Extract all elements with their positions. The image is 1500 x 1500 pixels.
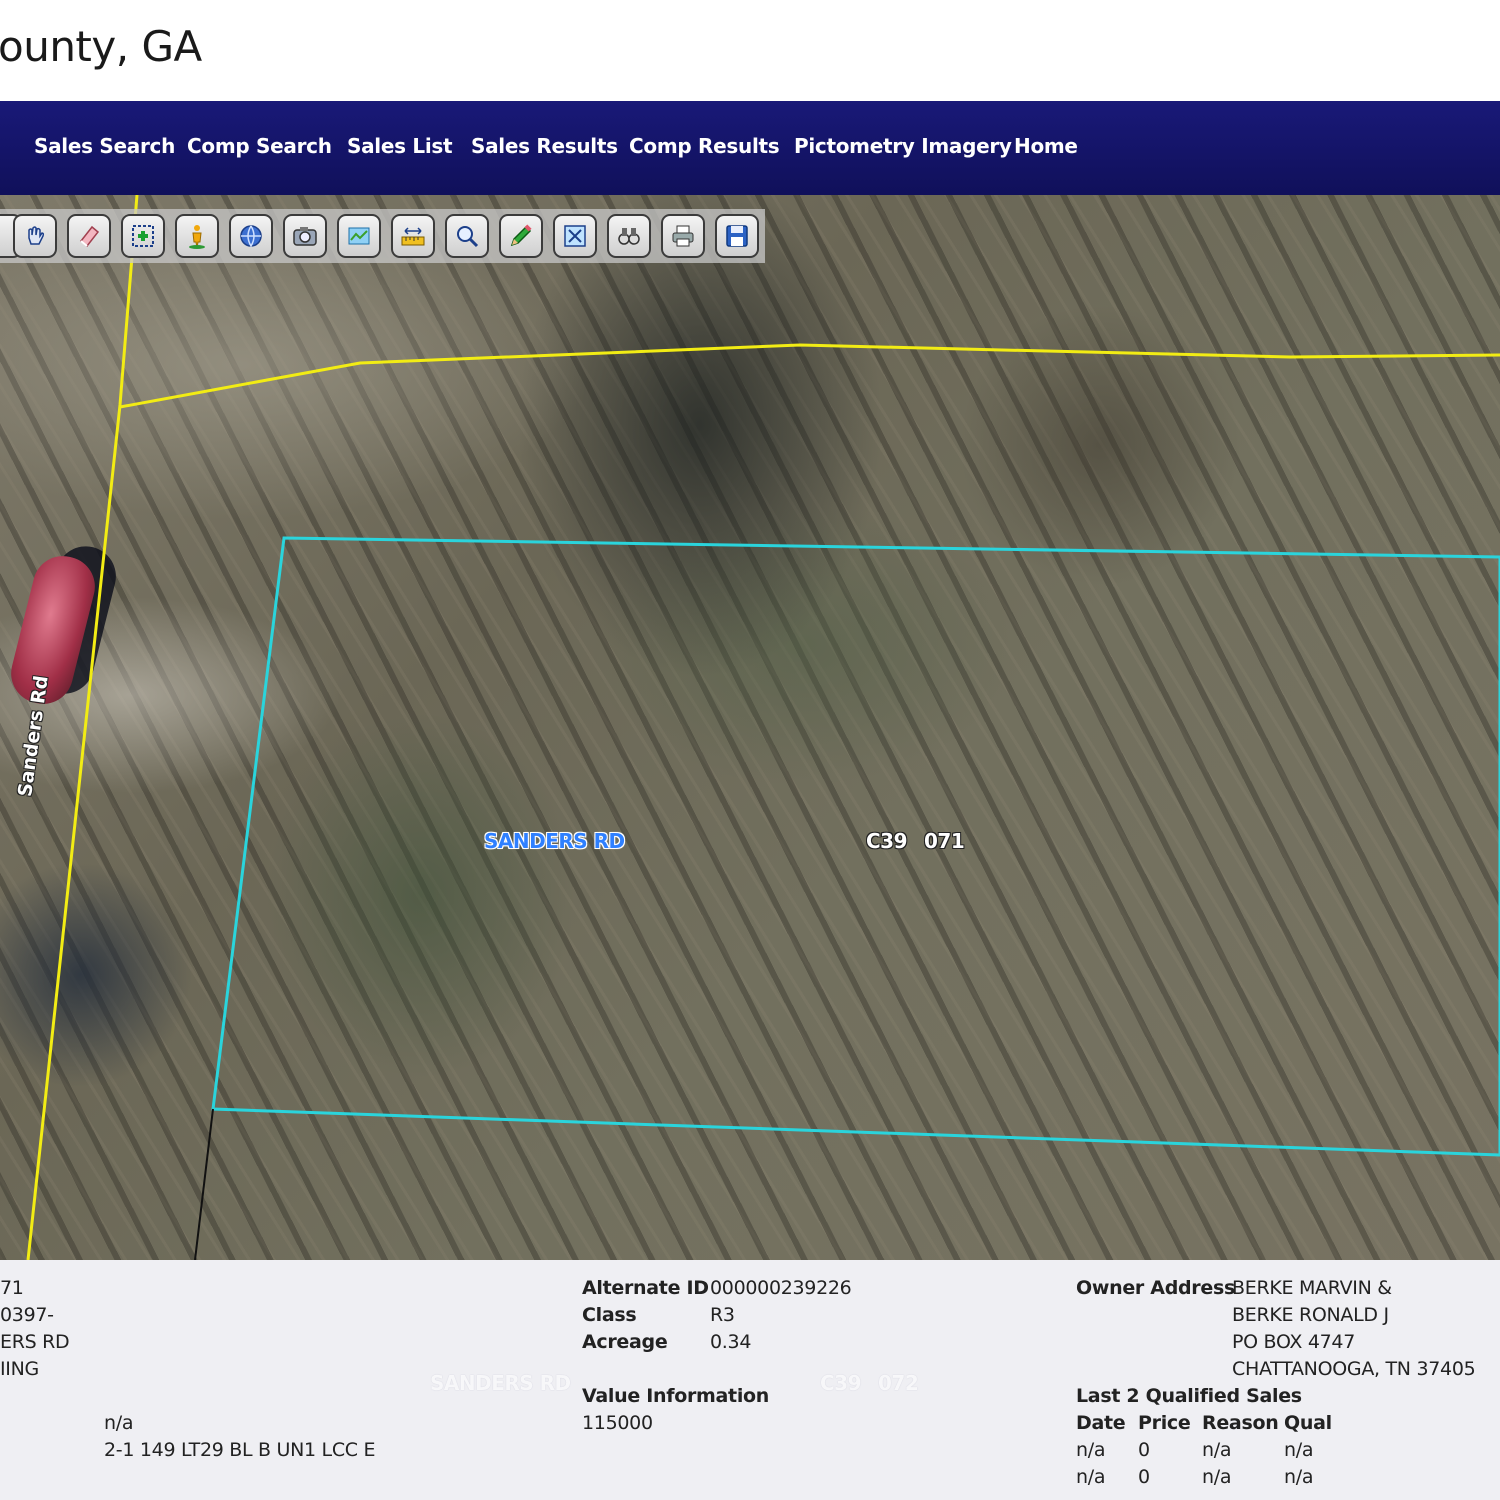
binoculars-icon [618, 228, 640, 245]
sales-header-reason: Reason [1202, 1412, 1279, 1434]
save-tool-button[interactable] [715, 214, 759, 258]
location-fragment: ERS RD [0, 1331, 70, 1353]
full-extent-tool-button[interactable] [553, 214, 597, 258]
nav-comp-results[interactable]: Comp Results [629, 134, 780, 158]
nav-sales-search[interactable]: Sales Search [34, 134, 175, 158]
eraser-icon [79, 225, 100, 248]
zoom-tool-button[interactable] [445, 214, 489, 258]
map-toolbar [0, 209, 765, 263]
road-line-horizontal [119, 343, 1500, 409]
layers-icon [348, 227, 370, 245]
globe-tool-button[interactable] [229, 214, 273, 258]
road-label: SANDERS RD [484, 829, 625, 853]
class-value: R3 [710, 1304, 735, 1326]
nav-pictometry-imagery[interactable]: Pictometry Imagery [794, 134, 1012, 158]
acreage-label: Acreage [582, 1331, 668, 1353]
zoning-fragment: IING [0, 1358, 39, 1380]
sales-cell-reason: n/a [1202, 1439, 1232, 1461]
sales-cell-date: n/a [1076, 1439, 1106, 1461]
pencil-icon [510, 224, 532, 247]
street-view-tool-button[interactable] [175, 214, 219, 258]
owner-address-label: Owner Address [1076, 1277, 1235, 1299]
page-title: ounty, GA [0, 22, 202, 71]
owner-address-line: BERKE RONALD J [1232, 1304, 1389, 1326]
sales-header-qual: Qual [1284, 1412, 1332, 1434]
account-fragment: 0397- [0, 1304, 54, 1326]
full-extent-icon [564, 225, 586, 247]
save-icon [726, 225, 748, 247]
nav-comp-search[interactable]: Comp Search [187, 134, 332, 158]
qualified-sales-title: Last 2 Qualified Sales [1076, 1385, 1302, 1407]
select-box-icon [132, 225, 154, 247]
class-label: Class [582, 1304, 637, 1326]
layers-tool-button[interactable] [337, 214, 381, 258]
camera-icon [293, 227, 317, 246]
nav-sales-results[interactable]: Sales Results [471, 134, 618, 158]
parcel-outline [211, 536, 1500, 1157]
binoculars-tool-button[interactable] [607, 214, 651, 258]
owner-address-line: BERKE MARVIN & [1232, 1277, 1392, 1299]
select-tool-button[interactable] [121, 214, 165, 258]
sales-cell-date: n/a [1076, 1466, 1106, 1488]
sales-header-price: Price [1138, 1412, 1191, 1434]
owner-address-line: PO BOX 4747 [1232, 1331, 1356, 1353]
pan-tool-button[interactable] [13, 214, 57, 258]
nav-home[interactable]: Home [1014, 134, 1078, 158]
pencil-tool-button[interactable] [499, 214, 543, 258]
owner-address-line: CHATTANOOGA, TN 37405 [1232, 1358, 1476, 1380]
ghost-parcel-label-map: C39 [820, 1371, 862, 1395]
main-nav: Sales Search Comp Search Sales List Sale… [0, 101, 1500, 195]
hand-pan-icon [28, 226, 45, 245]
parcel-edge-line [194, 1108, 214, 1260]
print-tool-button[interactable] [661, 214, 705, 258]
alternate-id-label: Alternate ID [582, 1277, 709, 1299]
alternate-id-value: 000000239226 [710, 1277, 852, 1299]
sales-header-date: Date [1076, 1412, 1126, 1434]
globe-icon [240, 225, 262, 248]
street-view-icon [189, 225, 205, 249]
page-header: ounty, GA [0, 0, 1500, 101]
parcel-info-panel: SANDERS RD C39 072 71 0397- ERS RD IING … [0, 1260, 1500, 1500]
parcel-label-number: 071 [924, 829, 965, 853]
nav-sales-list[interactable]: Sales List [347, 134, 453, 158]
sales-cell-price: 0 [1138, 1466, 1150, 1488]
left-value-na: n/a [104, 1412, 134, 1434]
zoom-icon [457, 226, 479, 248]
camera-tool-button[interactable] [283, 214, 327, 258]
legal-description: 2-1 149 LT29 BL B UN1 LCC E [104, 1439, 376, 1461]
ghost-road-label: SANDERS RD [430, 1371, 571, 1395]
value-information-value: 115000 [582, 1412, 653, 1434]
sales-cell-reason: n/a [1202, 1466, 1232, 1488]
eraser-tool-button[interactable] [67, 214, 111, 258]
measure-tool-button[interactable] [391, 214, 435, 258]
acreage-value: 0.34 [710, 1331, 752, 1353]
map-view[interactable]: SANDERS RD C39 071 Sanders Rd [0, 195, 1500, 1260]
sales-cell-qual: n/a [1284, 1439, 1314, 1461]
parcel-label-map: C39 [866, 829, 908, 853]
value-information-label: Value Information [582, 1385, 770, 1407]
parcel-number-fragment: 71 [0, 1277, 24, 1299]
sales-cell-price: 0 [1138, 1439, 1150, 1461]
ghost-parcel-label-number: 072 [878, 1371, 919, 1395]
print-icon [672, 225, 694, 247]
sales-cell-qual: n/a [1284, 1466, 1314, 1488]
map-overlay-lines [26, 195, 1500, 1260]
measure-icon [401, 227, 425, 246]
